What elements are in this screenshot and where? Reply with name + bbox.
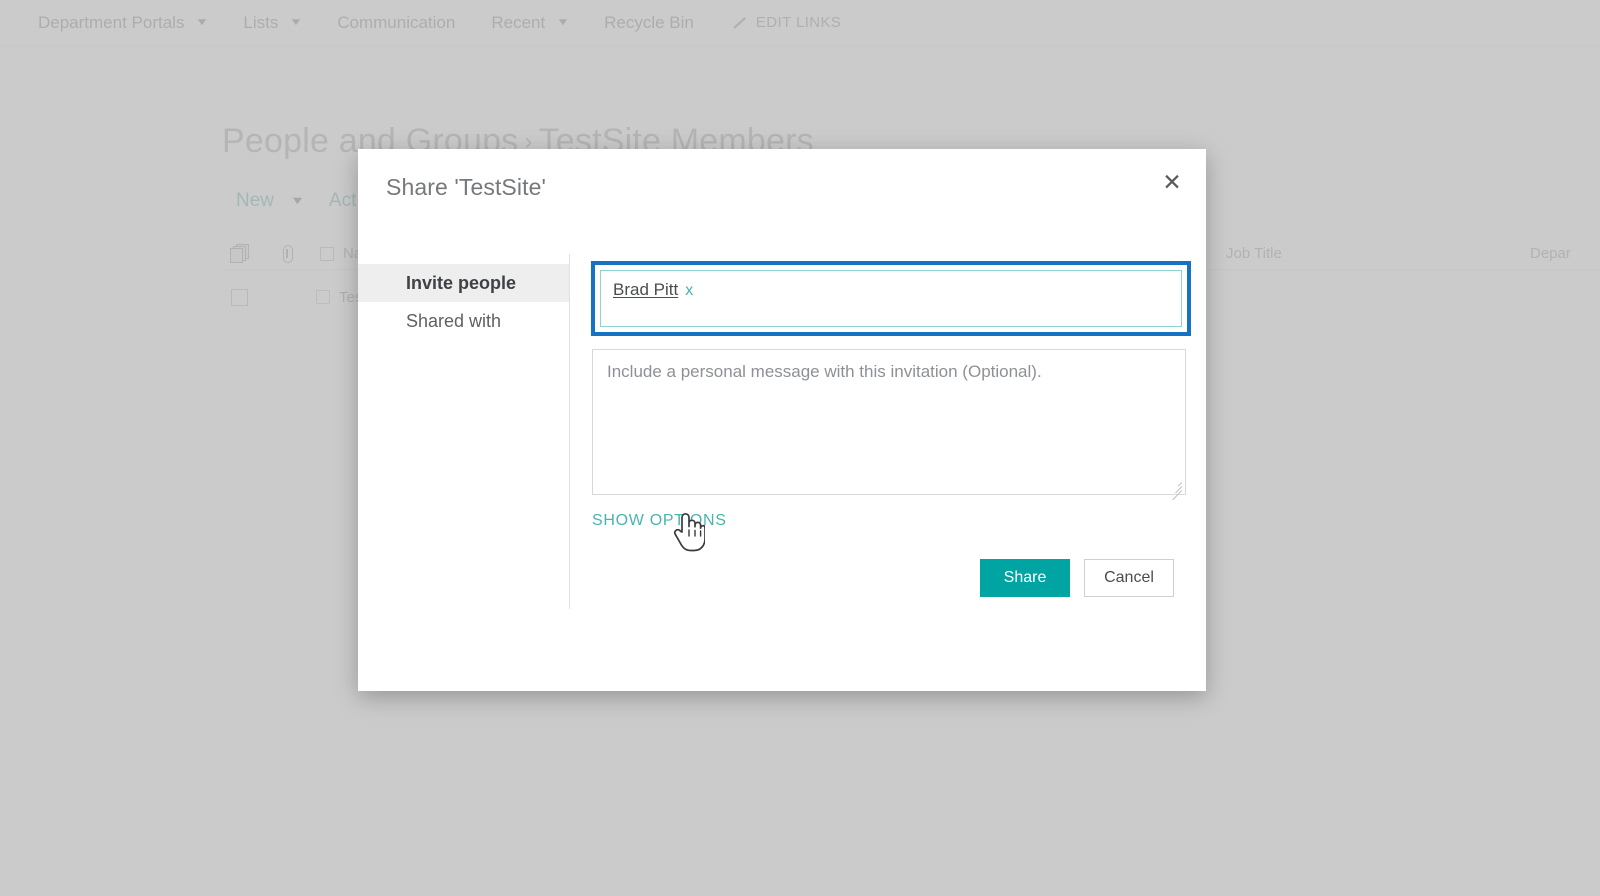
share-dialog: Share 'TestSite' ✕ Invite people Shared … [358, 149, 1206, 691]
remove-recipient-icon[interactable]: x [685, 282, 693, 300]
close-icon[interactable]: ✕ [1156, 166, 1188, 198]
show-options-link[interactable]: SHOW OPTIONS [592, 512, 727, 530]
tab-shared-with[interactable]: Shared with [358, 302, 569, 340]
tab-invite-people[interactable]: Invite people [358, 264, 569, 302]
cancel-button[interactable]: Cancel [1084, 559, 1174, 597]
people-picker-input[interactable]: Brad Pitt x [600, 270, 1182, 327]
dialog-title: Share 'TestSite' [386, 174, 546, 200]
tab-label: Shared with [406, 310, 502, 331]
dialog-tab-list: Invite people Shared with [358, 254, 570, 609]
recipient-name: Brad Pitt [613, 280, 679, 299]
recipient-chip[interactable]: Brad Pitt x [613, 280, 693, 300]
tab-label: Invite people [406, 272, 517, 293]
personal-message-input[interactable] [592, 349, 1186, 495]
dialog-action-bar: Share Cancel [358, 559, 1206, 597]
people-picker-focus-ring: Brad Pitt x [591, 261, 1191, 336]
share-button[interactable]: Share [980, 559, 1070, 597]
